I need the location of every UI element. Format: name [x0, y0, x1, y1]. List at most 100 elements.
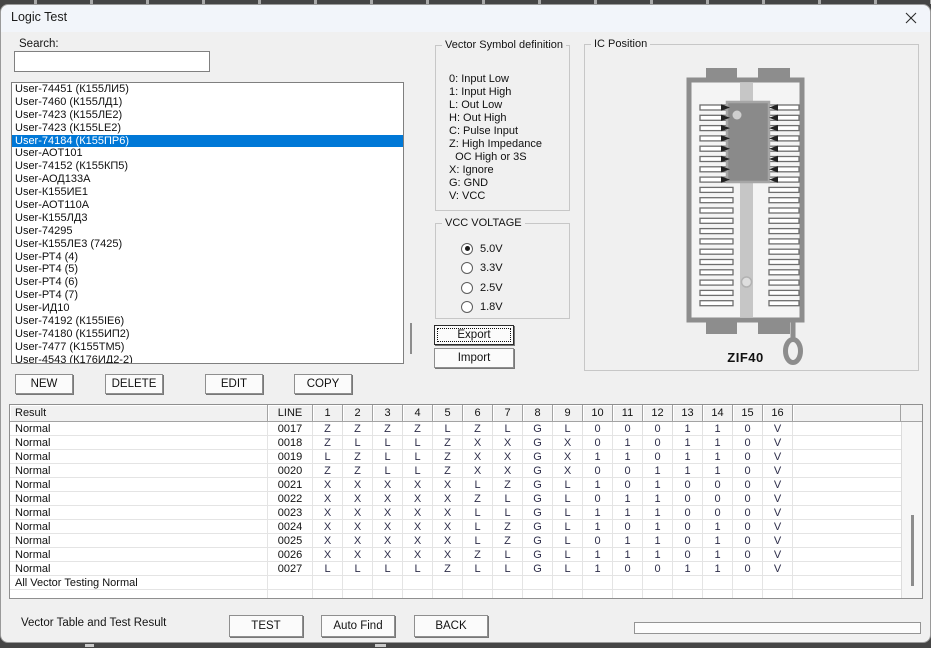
- vector-cell[interactable]: L: [493, 492, 523, 506]
- vector-cell[interactable]: 0: [733, 478, 763, 492]
- vector-cell[interactable]: X: [403, 520, 433, 534]
- vector-cell[interactable]: 1: [583, 478, 613, 492]
- list-item[interactable]: User-К155ЛД3: [12, 212, 403, 225]
- vector-cell[interactable]: X: [433, 492, 463, 506]
- vector-cell[interactable]: 1: [703, 548, 733, 562]
- vector-cell[interactable]: X: [373, 534, 403, 548]
- vector-cell[interactable]: G: [523, 450, 553, 464]
- vector-cell[interactable]: X: [343, 478, 373, 492]
- vector-cell[interactable]: [553, 590, 583, 599]
- vector-cell[interactable]: 1: [703, 562, 733, 576]
- vector-cell[interactable]: G: [523, 534, 553, 548]
- vector-cell[interactable]: 0: [733, 492, 763, 506]
- vector-cell[interactable]: L: [553, 562, 583, 576]
- vector-cell[interactable]: 0: [613, 562, 643, 576]
- vector-cell[interactable]: L: [463, 520, 493, 534]
- vector-cell[interactable]: 0: [703, 492, 733, 506]
- new-button[interactable]: NEW: [15, 374, 73, 394]
- vector-cell[interactable]: Z: [313, 422, 343, 436]
- vector-cell[interactable]: X: [403, 534, 433, 548]
- list-item[interactable]: User-7460 (К155ЛД1): [12, 96, 403, 109]
- vector-cell[interactable]: L: [313, 450, 343, 464]
- vector-cell[interactable]: 0: [643, 422, 673, 436]
- vector-cell[interactable]: 1: [613, 548, 643, 562]
- vector-cell[interactable]: 1: [643, 548, 673, 562]
- vector-cell[interactable]: X: [403, 492, 433, 506]
- vector-cell[interactable]: [703, 576, 733, 590]
- vector-cell[interactable]: L: [553, 548, 583, 562]
- vector-cell[interactable]: X: [313, 492, 343, 506]
- vector-cell[interactable]: [643, 576, 673, 590]
- vector-cell[interactable]: 1: [613, 492, 643, 506]
- vector-cell[interactable]: L: [553, 520, 583, 534]
- vector-cell[interactable]: X: [463, 436, 493, 450]
- vector-cell[interactable]: 1: [673, 464, 703, 478]
- vector-cell[interactable]: 0: [733, 562, 763, 576]
- vector-cell[interactable]: X: [373, 548, 403, 562]
- vector-cell[interactable]: 1: [673, 450, 703, 464]
- vector-cell[interactable]: [643, 590, 673, 599]
- vector-cell[interactable]: 1: [643, 534, 673, 548]
- table-row[interactable]: Normal0020ZZLLZXXGX001110V: [10, 464, 922, 478]
- vector-cell[interactable]: X: [493, 450, 523, 464]
- vector-cell[interactable]: L: [493, 548, 523, 562]
- close-button[interactable]: [899, 7, 923, 29]
- list-item[interactable]: User-К155ИЕ1: [12, 186, 403, 199]
- table-row[interactable]: Normal0024XXXXXLZGL101010V: [10, 520, 922, 534]
- table-row[interactable]: Normal0023XXXXXLLGL111000V: [10, 506, 922, 520]
- vector-cell[interactable]: L: [403, 436, 433, 450]
- vector-cell[interactable]: 0: [703, 506, 733, 520]
- vector-cell[interactable]: [433, 590, 463, 599]
- vector-cell[interactable]: V: [763, 548, 793, 562]
- vector-cell[interactable]: 0: [613, 464, 643, 478]
- vector-cell[interactable]: L: [463, 506, 493, 520]
- vector-cell[interactable]: 0: [583, 464, 613, 478]
- vector-cell[interactable]: 1: [673, 422, 703, 436]
- vector-cell[interactable]: G: [523, 506, 553, 520]
- vector-cell[interactable]: 0: [613, 520, 643, 534]
- vector-cell[interactable]: 0: [673, 548, 703, 562]
- vector-cell[interactable]: Z: [433, 450, 463, 464]
- search-input[interactable]: [14, 51, 210, 72]
- vector-cell[interactable]: G: [523, 548, 553, 562]
- vector-cell[interactable]: 1: [673, 436, 703, 450]
- vector-cell[interactable]: X: [343, 534, 373, 548]
- vector-cell[interactable]: 0: [613, 422, 643, 436]
- vector-cell[interactable]: 1: [583, 506, 613, 520]
- vector-cell[interactable]: Z: [463, 492, 493, 506]
- vector-cell[interactable]: X: [553, 450, 583, 464]
- copy-button[interactable]: COPY: [294, 374, 352, 394]
- vector-cell[interactable]: 1: [613, 534, 643, 548]
- vector-cell[interactable]: X: [463, 450, 493, 464]
- vector-cell[interactable]: L: [553, 478, 583, 492]
- list-item[interactable]: User-74152 (К155КП5): [12, 160, 403, 173]
- vector-cell[interactable]: X: [403, 478, 433, 492]
- vector-cell[interactable]: L: [493, 562, 523, 576]
- vector-cell[interactable]: G: [523, 492, 553, 506]
- list-item[interactable]: User-К155ЛЕ3 (7425): [12, 238, 403, 251]
- vector-cell[interactable]: [763, 576, 793, 590]
- vector-cell[interactable]: L: [553, 506, 583, 520]
- vector-cell[interactable]: Z: [313, 464, 343, 478]
- vector-cell[interactable]: 1: [643, 464, 673, 478]
- vector-cell[interactable]: V: [763, 506, 793, 520]
- vector-cell[interactable]: X: [403, 548, 433, 562]
- table-row[interactable]: All Vector Testing Normal: [10, 576, 922, 590]
- vcc-radio-option[interactable]: 3.3V: [461, 259, 503, 279]
- vector-cell[interactable]: X: [373, 520, 403, 534]
- list-item[interactable]: User-ИД10: [12, 302, 403, 315]
- vector-cell[interactable]: 1: [613, 436, 643, 450]
- vector-cell[interactable]: G: [523, 478, 553, 492]
- vector-cell[interactable]: [523, 576, 553, 590]
- vector-cell[interactable]: V: [763, 520, 793, 534]
- vector-cell[interactable]: 1: [643, 492, 673, 506]
- vector-cell[interactable]: 1: [703, 450, 733, 464]
- vector-cell[interactable]: 1: [703, 534, 733, 548]
- vector-cell[interactable]: L: [373, 562, 403, 576]
- vector-cell[interactable]: 1: [643, 478, 673, 492]
- vector-cell[interactable]: V: [763, 534, 793, 548]
- vector-cell[interactable]: 0: [643, 450, 673, 464]
- list-item[interactable]: User-74184 (К155ПР6): [12, 135, 403, 148]
- vector-cell[interactable]: L: [553, 534, 583, 548]
- vector-cell[interactable]: V: [763, 478, 793, 492]
